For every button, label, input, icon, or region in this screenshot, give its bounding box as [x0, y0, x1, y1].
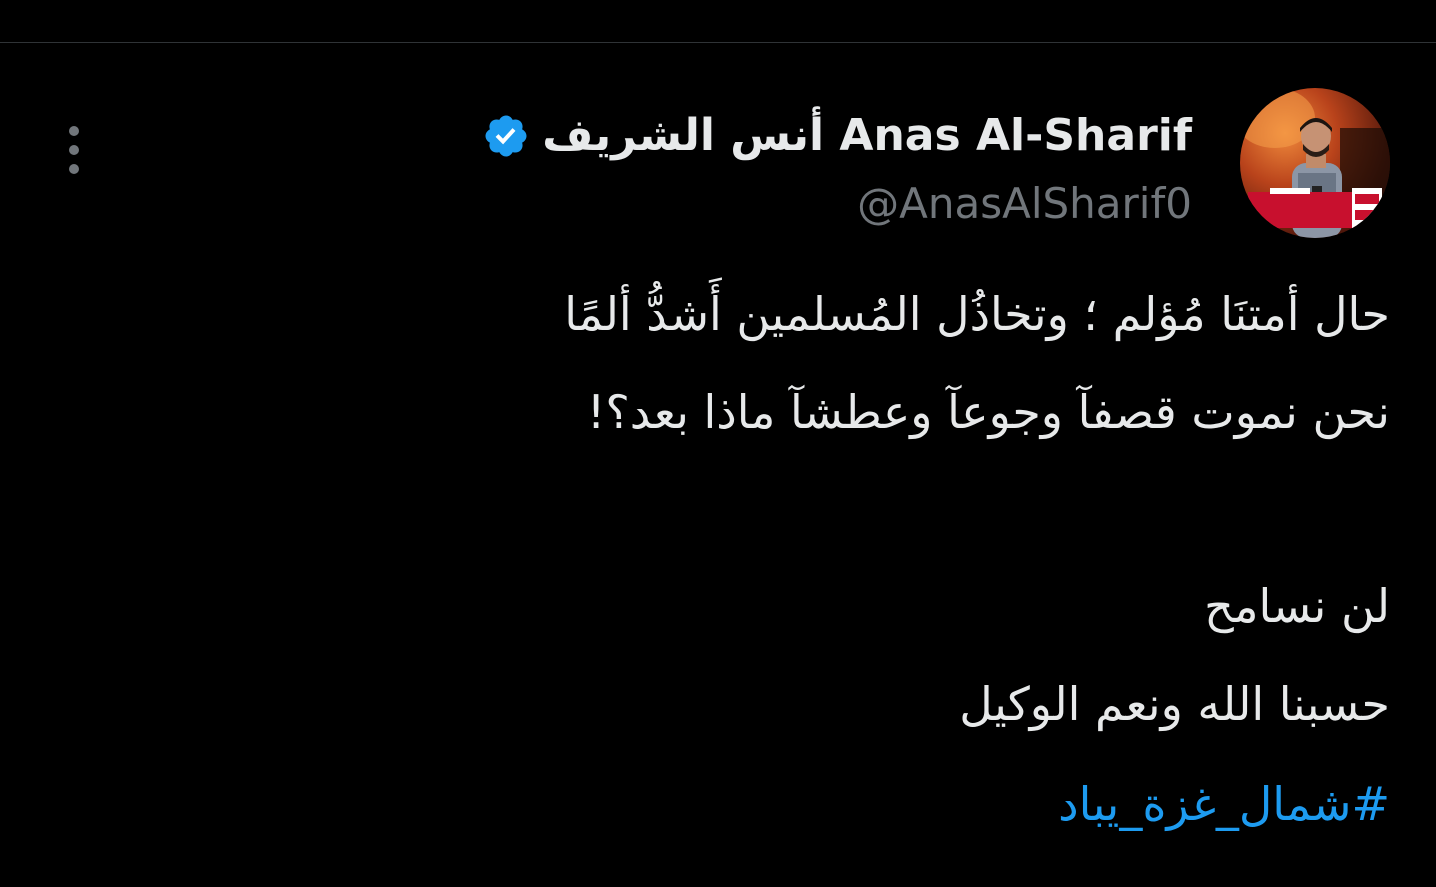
tweet-text-line-2: نحن نموت قصفآ وجوعآ وعطشآ ماذا بعد؟! — [586, 385, 1390, 439]
author-handle[interactable]: @AnasAlSharif0 — [857, 176, 1192, 232]
tweet-text-line-1: حال أمتنَا مُؤلم ؛ وتخاذُل المُسلمين أَش… — [564, 287, 1390, 341]
verified-badge-icon — [485, 115, 527, 157]
avatar[interactable] — [1240, 88, 1390, 238]
tweet-text-line-4: حسبنا الله ونعم الوكيل — [959, 677, 1390, 731]
more-options-dot — [69, 164, 79, 174]
hashtag-link[interactable]: #شمال_غزة_يباد — [340, 772, 1390, 836]
author-name-row: أنس الشريف Anas Al-Sharif — [482, 104, 1192, 168]
tweet — [0, 43, 1436, 887]
more-options-dot — [69, 145, 79, 155]
more-options-icon[interactable] — [56, 120, 92, 180]
more-options-dot — [69, 126, 79, 136]
tweet-text-line-3: لن نسامح — [1204, 579, 1390, 633]
author-display-name[interactable]: أنس الشريف Anas Al-Sharif — [542, 104, 1192, 168]
